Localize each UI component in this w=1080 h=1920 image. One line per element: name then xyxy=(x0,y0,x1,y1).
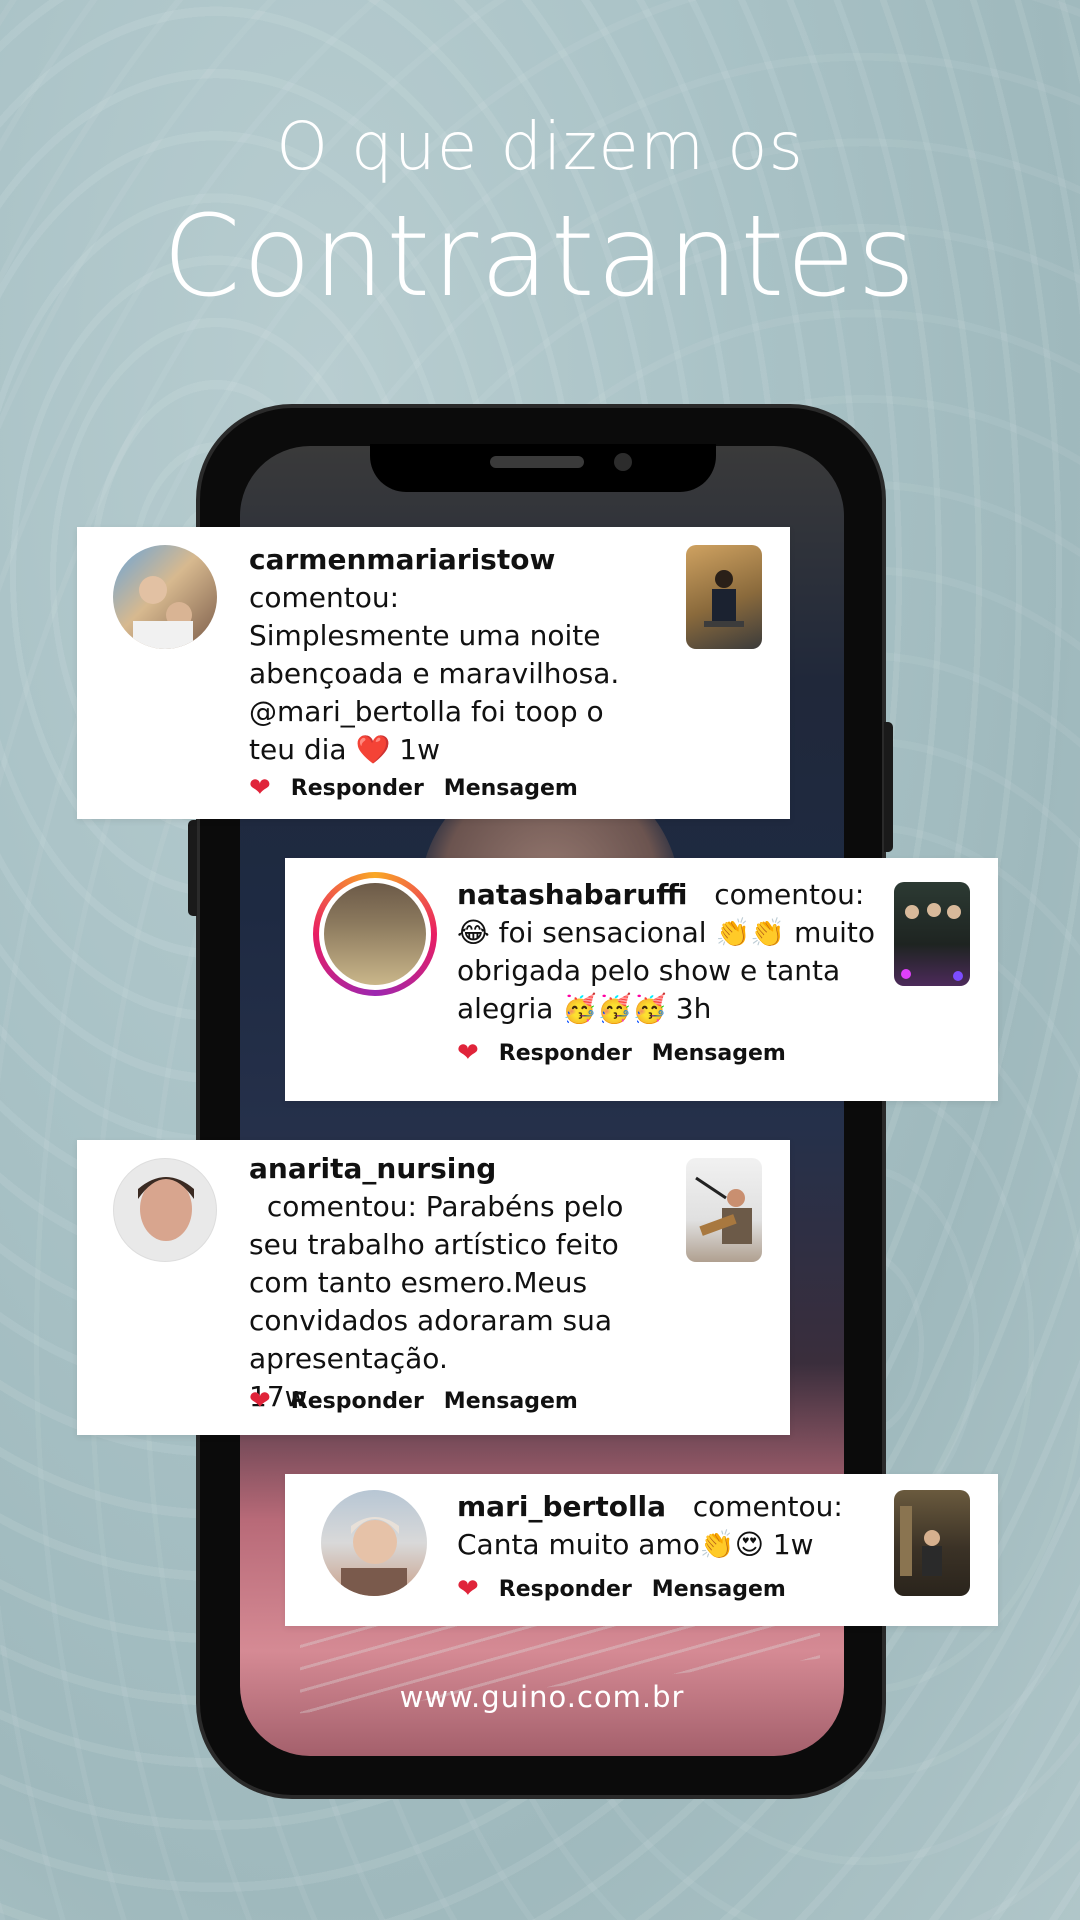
comment-time: 1w xyxy=(399,733,440,766)
comment-body: carmenmariaristow comentou: Simplesmente… xyxy=(249,541,649,769)
comment-card-4: mari_bertolla comentou: Canta muito amo👏… xyxy=(285,1474,998,1626)
heart-icon[interactable]: ❤ xyxy=(249,775,271,801)
comment-actions: ❤ Responder Mensagem xyxy=(249,1388,578,1414)
avatar[interactable] xyxy=(313,872,437,996)
reply-button[interactable]: Responder xyxy=(499,1041,632,1066)
comment-time: 3h xyxy=(675,992,712,1025)
phone-notch xyxy=(370,444,716,492)
comment-emoji: ❤️ xyxy=(355,733,391,766)
comment-text: Canta muito amo👏😍 xyxy=(457,1528,764,1561)
avatar[interactable] xyxy=(113,1158,217,1262)
comment-verb: comentou: xyxy=(266,1190,417,1223)
comment-card-2: natashabaruffi comentou: 😂 foi sensacion… xyxy=(285,858,998,1101)
comment-verb: comentou: xyxy=(714,878,865,911)
phone-speaker xyxy=(490,456,584,468)
headline-line2: Contratantes xyxy=(162,192,918,322)
heart-icon[interactable]: ❤ xyxy=(249,1388,271,1414)
comment-body: anarita_nursing comentou: Parabéns pelo … xyxy=(249,1150,649,1416)
avatar[interactable] xyxy=(321,1490,427,1596)
message-button[interactable]: Mensagem xyxy=(652,1041,786,1066)
comment-verb: comentou: xyxy=(692,1490,843,1523)
website-url[interactable]: www.guino.com.br xyxy=(240,1680,844,1714)
headline-line1: O que dizem os xyxy=(276,108,804,185)
reply-button[interactable]: Responder xyxy=(499,1577,632,1602)
post-thumbnail[interactable] xyxy=(686,1158,762,1262)
comment-username[interactable]: mari_bertolla xyxy=(457,1490,666,1523)
post-thumbnail[interactable] xyxy=(894,1490,970,1596)
reply-button[interactable]: Responder xyxy=(291,776,424,801)
heart-icon[interactable]: ❤ xyxy=(457,1576,479,1602)
post-thumbnail[interactable] xyxy=(686,545,762,649)
message-button[interactable]: Mensagem xyxy=(652,1577,786,1602)
comment-actions: ❤ Responder Mensagem xyxy=(457,1576,786,1602)
comment-body: mari_bertolla comentou: Canta muito amo👏… xyxy=(457,1488,877,1564)
comment-actions: ❤ Responder Mensagem xyxy=(457,1040,786,1066)
phone-side-button xyxy=(884,722,893,852)
reply-button[interactable]: Responder xyxy=(291,1389,424,1414)
comment-actions: ❤ Responder Mensagem xyxy=(249,775,578,801)
comment-time: 1w xyxy=(772,1528,814,1561)
comment-verb: comentou: xyxy=(249,581,400,614)
comment-username[interactable]: anarita_nursing xyxy=(249,1152,496,1185)
comment-text: 😂 foi sensacional 👏👏 muito obrigada pelo… xyxy=(457,916,876,1025)
avatar[interactable] xyxy=(113,545,217,649)
heart-icon[interactable]: ❤ xyxy=(457,1040,479,1066)
message-button[interactable]: Mensagem xyxy=(444,776,578,801)
comment-body: natashabaruffi comentou: 😂 foi sensacion… xyxy=(457,876,897,1028)
phone-volume-button xyxy=(188,820,197,916)
message-button[interactable]: Mensagem xyxy=(444,1389,578,1414)
comment-username[interactable]: carmenmariaristow xyxy=(249,543,555,576)
comment-card-3: anarita_nursing comentou: Parabéns pelo … xyxy=(77,1140,790,1435)
phone-camera xyxy=(614,453,632,471)
comment-card-1: carmenmariaristow comentou: Simplesmente… xyxy=(77,527,790,819)
post-thumbnail[interactable] xyxy=(894,882,970,986)
comment-username[interactable]: natashabaruffi xyxy=(457,878,688,911)
